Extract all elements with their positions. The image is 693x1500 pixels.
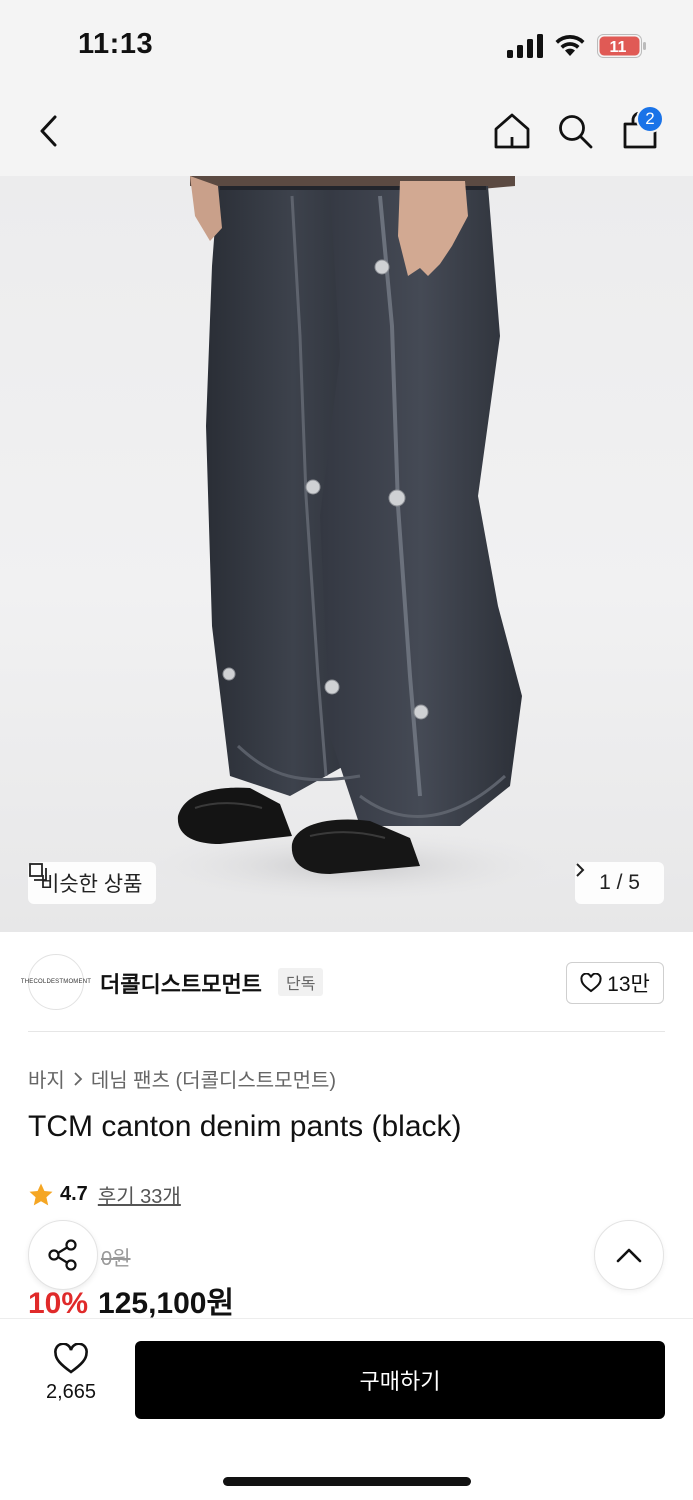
search-icon	[559, 115, 593, 149]
reviews-link[interactable]: 후기 33개	[98, 1180, 181, 1209]
wifi-icon	[555, 34, 585, 56]
buy-button[interactable]: 구매하기	[135, 1341, 665, 1419]
breadcrumb-subcategory[interactable]: 데님 팬츠 (더콜디스트모먼트)	[91, 1064, 336, 1093]
back-icon	[40, 115, 57, 147]
copy-icon	[29, 863, 47, 881]
share-icon	[48, 1239, 77, 1271]
chevron-right-icon	[576, 863, 585, 877]
product-image-carousel[interactable]: 비슷한 상품 1 / 5	[0, 176, 693, 932]
image-page-indicator[interactable]: 1 / 5	[575, 862, 664, 904]
wishlist-count: 2,665	[45, 1381, 97, 1403]
discount-rate: 10%	[28, 1287, 89, 1320]
sale-price: 125,100원	[98, 1287, 235, 1320]
divider	[28, 1031, 665, 1032]
wishlist-button[interactable]: 2,665	[36, 1343, 106, 1417]
scroll-top-button[interactable]	[594, 1220, 664, 1290]
original-price: 0원	[101, 1248, 131, 1270]
share-button[interactable]	[28, 1220, 98, 1290]
brand-row[interactable]: THECOLDESTMOMENT 더콜디스트모먼트 단독 13만	[21, 954, 665, 1010]
status-bar: 11:13 11	[0, 0, 693, 90]
search-button[interactable]	[552, 108, 598, 154]
rating-score: 4.7	[60, 1183, 88, 1205]
heart-icon	[580, 973, 602, 993]
page-indicator-text: 1 / 5	[599, 871, 640, 894]
product-title: TCM canton denim pants (black)	[28, 1110, 462, 1143]
rating-row: 4.7 후기 33개	[28, 1180, 181, 1209]
cart-count-badge: 2	[636, 105, 664, 133]
home-button[interactable]	[489, 108, 535, 154]
product-photo	[120, 176, 580, 906]
exclusive-badge: 단독	[278, 968, 324, 996]
chevron-right-icon	[74, 1071, 83, 1086]
similar-products-label: 비슷한 상품	[40, 873, 143, 896]
star-icon	[29, 1183, 53, 1205]
signal-icon	[507, 34, 543, 58]
status-time: 11:13	[78, 28, 154, 60]
similar-products-button[interactable]: 비슷한 상품	[28, 862, 157, 904]
brand-logo[interactable]: THECOLDESTMOMENT	[21, 954, 91, 1010]
breadcrumb-category[interactable]: 바지	[28, 1064, 65, 1093]
heart-icon	[54, 1343, 88, 1374]
brand-like-button[interactable]: 13만	[566, 962, 664, 1004]
top-nav	[0, 90, 693, 176]
back-button[interactable]	[26, 108, 72, 154]
brand-name[interactable]: 더콜디스트모먼트	[100, 967, 262, 999]
home-indicator	[223, 1477, 471, 1486]
battery-level: 11	[610, 39, 627, 56]
home-icon	[494, 113, 530, 149]
breadcrumb: 바지 데님 팬츠 (더콜디스트모먼트)	[28, 1064, 336, 1093]
chevron-up-icon	[616, 1248, 642, 1263]
battery-icon: 11	[597, 34, 646, 58]
brand-logo-text: THECOLDESTMOMENT	[20, 979, 92, 985]
bottom-action-bar: 2,665 구매하기	[0, 1318, 693, 1500]
brand-like-count: 13만	[607, 973, 650, 996]
